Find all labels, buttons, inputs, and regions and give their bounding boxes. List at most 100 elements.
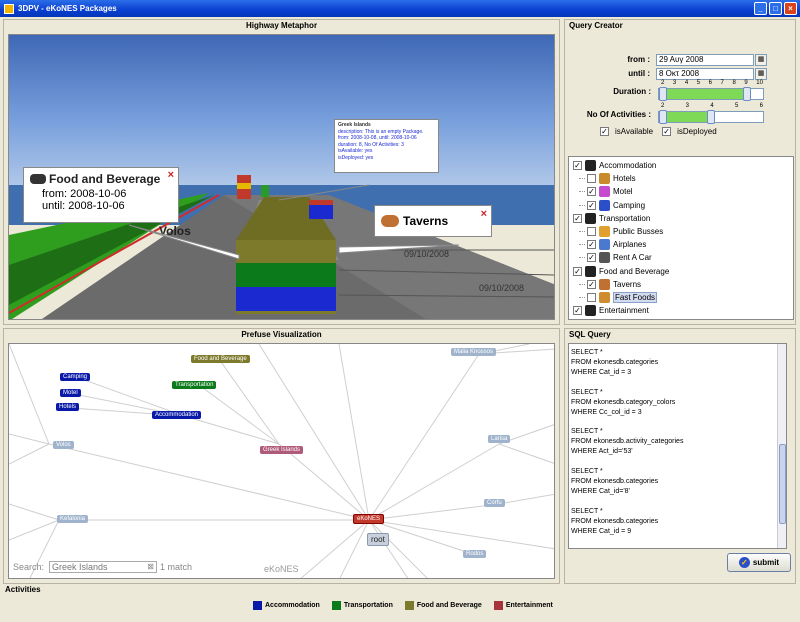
search-input[interactable]: Greek Islands ⊠ (49, 561, 157, 573)
tree-item[interactable]: ✓ Food and Beverage (573, 265, 669, 278)
tree-item-checkbox[interactable]: ✓ (587, 187, 596, 197)
tree-item-label: Motel (613, 187, 633, 197)
duration-max-thumb[interactable] (743, 87, 751, 101)
node-food-beverage[interactable]: Food and Beverage (191, 355, 250, 363)
activities-max-thumb[interactable] (707, 110, 715, 124)
legend-label: Transportation (343, 602, 393, 609)
from-date-field[interactable]: 29 Αυγ 2008 (656, 54, 754, 66)
tree-item-checkbox[interactable] (587, 174, 596, 184)
tree-item[interactable]: ✓ Taverns (579, 278, 642, 291)
tree-item-checkbox[interactable]: ✓ (587, 200, 596, 210)
binoculars-icon (30, 174, 46, 184)
tree-item[interactable]: ✓ Rent A Car (579, 251, 652, 264)
node-transportation[interactable]: Transportation (172, 381, 217, 389)
tree-item-checkbox[interactable]: ✓ (573, 213, 582, 223)
tree-item[interactable]: ✓ Accommodation (573, 159, 656, 172)
search-label: Search: (13, 562, 45, 572)
tree-item[interactable]: ✓ Transportation (573, 212, 650, 225)
submit-button[interactable]: ✓ submit (727, 553, 791, 572)
highway-3d-view[interactable]: Volos 09/10/2008 09/10/2008 Food and Bev… (8, 34, 555, 320)
legend-label: Food and Beverage (416, 602, 482, 609)
tree-item[interactable]: Hotels (579, 172, 636, 185)
tree-item[interactable]: ✓ Motel (579, 185, 633, 198)
tree-item[interactable]: Fast Foods (579, 291, 658, 304)
node-rodos[interactable]: Rodos (463, 550, 487, 558)
category-icon (599, 292, 610, 303)
node-malia-knossos[interactable]: Malia Knossos (451, 348, 497, 356)
tree-item-checkbox[interactable]: ✓ (587, 279, 596, 289)
from-calendar-icon[interactable]: ▦ (755, 54, 767, 66)
window-titlebar: 3DPV - eKoNES Packages _ □ × (0, 0, 800, 17)
is-deployed-label: isDeployed (677, 127, 717, 136)
popup-food-name: Food and Beverage (49, 172, 161, 186)
node-motel[interactable]: Motel (60, 389, 81, 397)
duration-ticks: 2 3 4 5 6 7 8 9 10 (661, 80, 763, 86)
popup-greek-islands[interactable]: Greek Islands description: This is an em… (334, 119, 439, 173)
node-ekones[interactable]: eKoNES (353, 514, 385, 524)
tree-item[interactable]: ✓ Airplanes (579, 238, 646, 251)
tree-item-label: Camping (613, 200, 646, 210)
highway-title: Highway Metaphor (245, 21, 318, 30)
legend-swatch (404, 601, 414, 610)
popup-taverns[interactable]: Taverns × (374, 205, 492, 237)
duration-range-slider[interactable] (658, 87, 764, 101)
tree-item-checkbox[interactable]: ✓ (573, 266, 582, 276)
tree-item-checkbox[interactable] (587, 293, 596, 302)
tree-item-checkbox[interactable]: ✓ (573, 161, 582, 170)
category-icon (585, 160, 596, 171)
legend-swatch (253, 601, 262, 610)
tree-item-checkbox[interactable]: ✓ (587, 240, 596, 250)
node-kefalonia[interactable]: Kefalonia (57, 515, 89, 523)
tree-item[interactable]: Public Busses (579, 225, 663, 238)
category-tree[interactable]: ✓ Accommodation Hotels ✓ Motel ✓ Camping ✓ Trans… (568, 156, 794, 320)
node-greek-islands[interactable]: Greek Islands (260, 446, 304, 454)
category-icon (585, 212, 596, 224)
node-camping[interactable]: Camping (60, 373, 91, 381)
activities-range-slider[interactable] (658, 110, 764, 124)
sql-query-text[interactable]: SELECT * FROM ekonesdb.categories WHERE … (568, 343, 787, 549)
app-icon (4, 3, 14, 14)
duration-range-fill (659, 89, 751, 99)
node-hotels[interactable]: Hotels (56, 403, 80, 411)
activities-ticks: 2 3 4 5 6 (661, 103, 763, 109)
maximize-button[interactable]: □ (769, 2, 782, 15)
until-calendar-icon[interactable]: ▦ (755, 68, 767, 80)
node-root[interactable]: root (367, 533, 389, 546)
tick: 6 (708, 80, 712, 86)
is-deployed-checkbox[interactable]: ✓ (662, 127, 672, 136)
tree-item-checkbox[interactable]: ✓ (573, 306, 582, 316)
clear-search-icon[interactable]: ⊠ (147, 562, 154, 572)
tick: 4 (710, 103, 714, 109)
popup-food-close-icon[interactable]: × (168, 169, 174, 181)
node-volos[interactable]: Volos (53, 441, 74, 449)
until-label: until : (628, 69, 650, 78)
popup-food-beverage[interactable]: Food and Beverage from: 2008-10-06 until… (23, 167, 179, 223)
activities-min-thumb[interactable] (659, 110, 667, 124)
prefuse-graph[interactable]: Food and Beverage Camping Transportation… (8, 343, 555, 579)
tree-item-checkbox[interactable] (587, 227, 596, 236)
popup-food-from: from: 2008-10-06 (42, 188, 127, 200)
node-accommodation[interactable]: Accommodation (152, 411, 202, 419)
sql-scrollbar[interactable] (777, 344, 786, 548)
tree-item-label: Entertainment (599, 306, 649, 316)
duration-min-thumb[interactable] (659, 87, 667, 101)
tree-connector (579, 204, 585, 206)
activities-title: Activities (5, 585, 41, 594)
until-date-field[interactable]: 8 Οκτ 2008 (656, 68, 754, 80)
is-available-checkbox[interactable]: ✓ (600, 127, 609, 136)
popup-tavern-close-icon[interactable]: × (481, 208, 487, 220)
category-icon (585, 305, 596, 317)
tree-item-checkbox[interactable]: ✓ (587, 253, 596, 263)
minimize-button[interactable]: _ (754, 2, 767, 15)
tick: 5 (734, 103, 739, 109)
legend-item: Transportation (331, 601, 393, 610)
tree-item[interactable]: ✓ Entertainment (573, 304, 649, 317)
sql-scrollbar-thumb[interactable] (779, 444, 786, 524)
legend-swatch (493, 601, 503, 610)
node-larisa[interactable]: Larisa (488, 435, 511, 443)
close-button[interactable]: × (784, 2, 797, 15)
node-corfu[interactable]: Corfu (484, 499, 505, 507)
tick: 7 (720, 80, 724, 86)
tree-item-label: Taverns (613, 279, 642, 289)
tree-item[interactable]: ✓ Camping (579, 199, 646, 212)
